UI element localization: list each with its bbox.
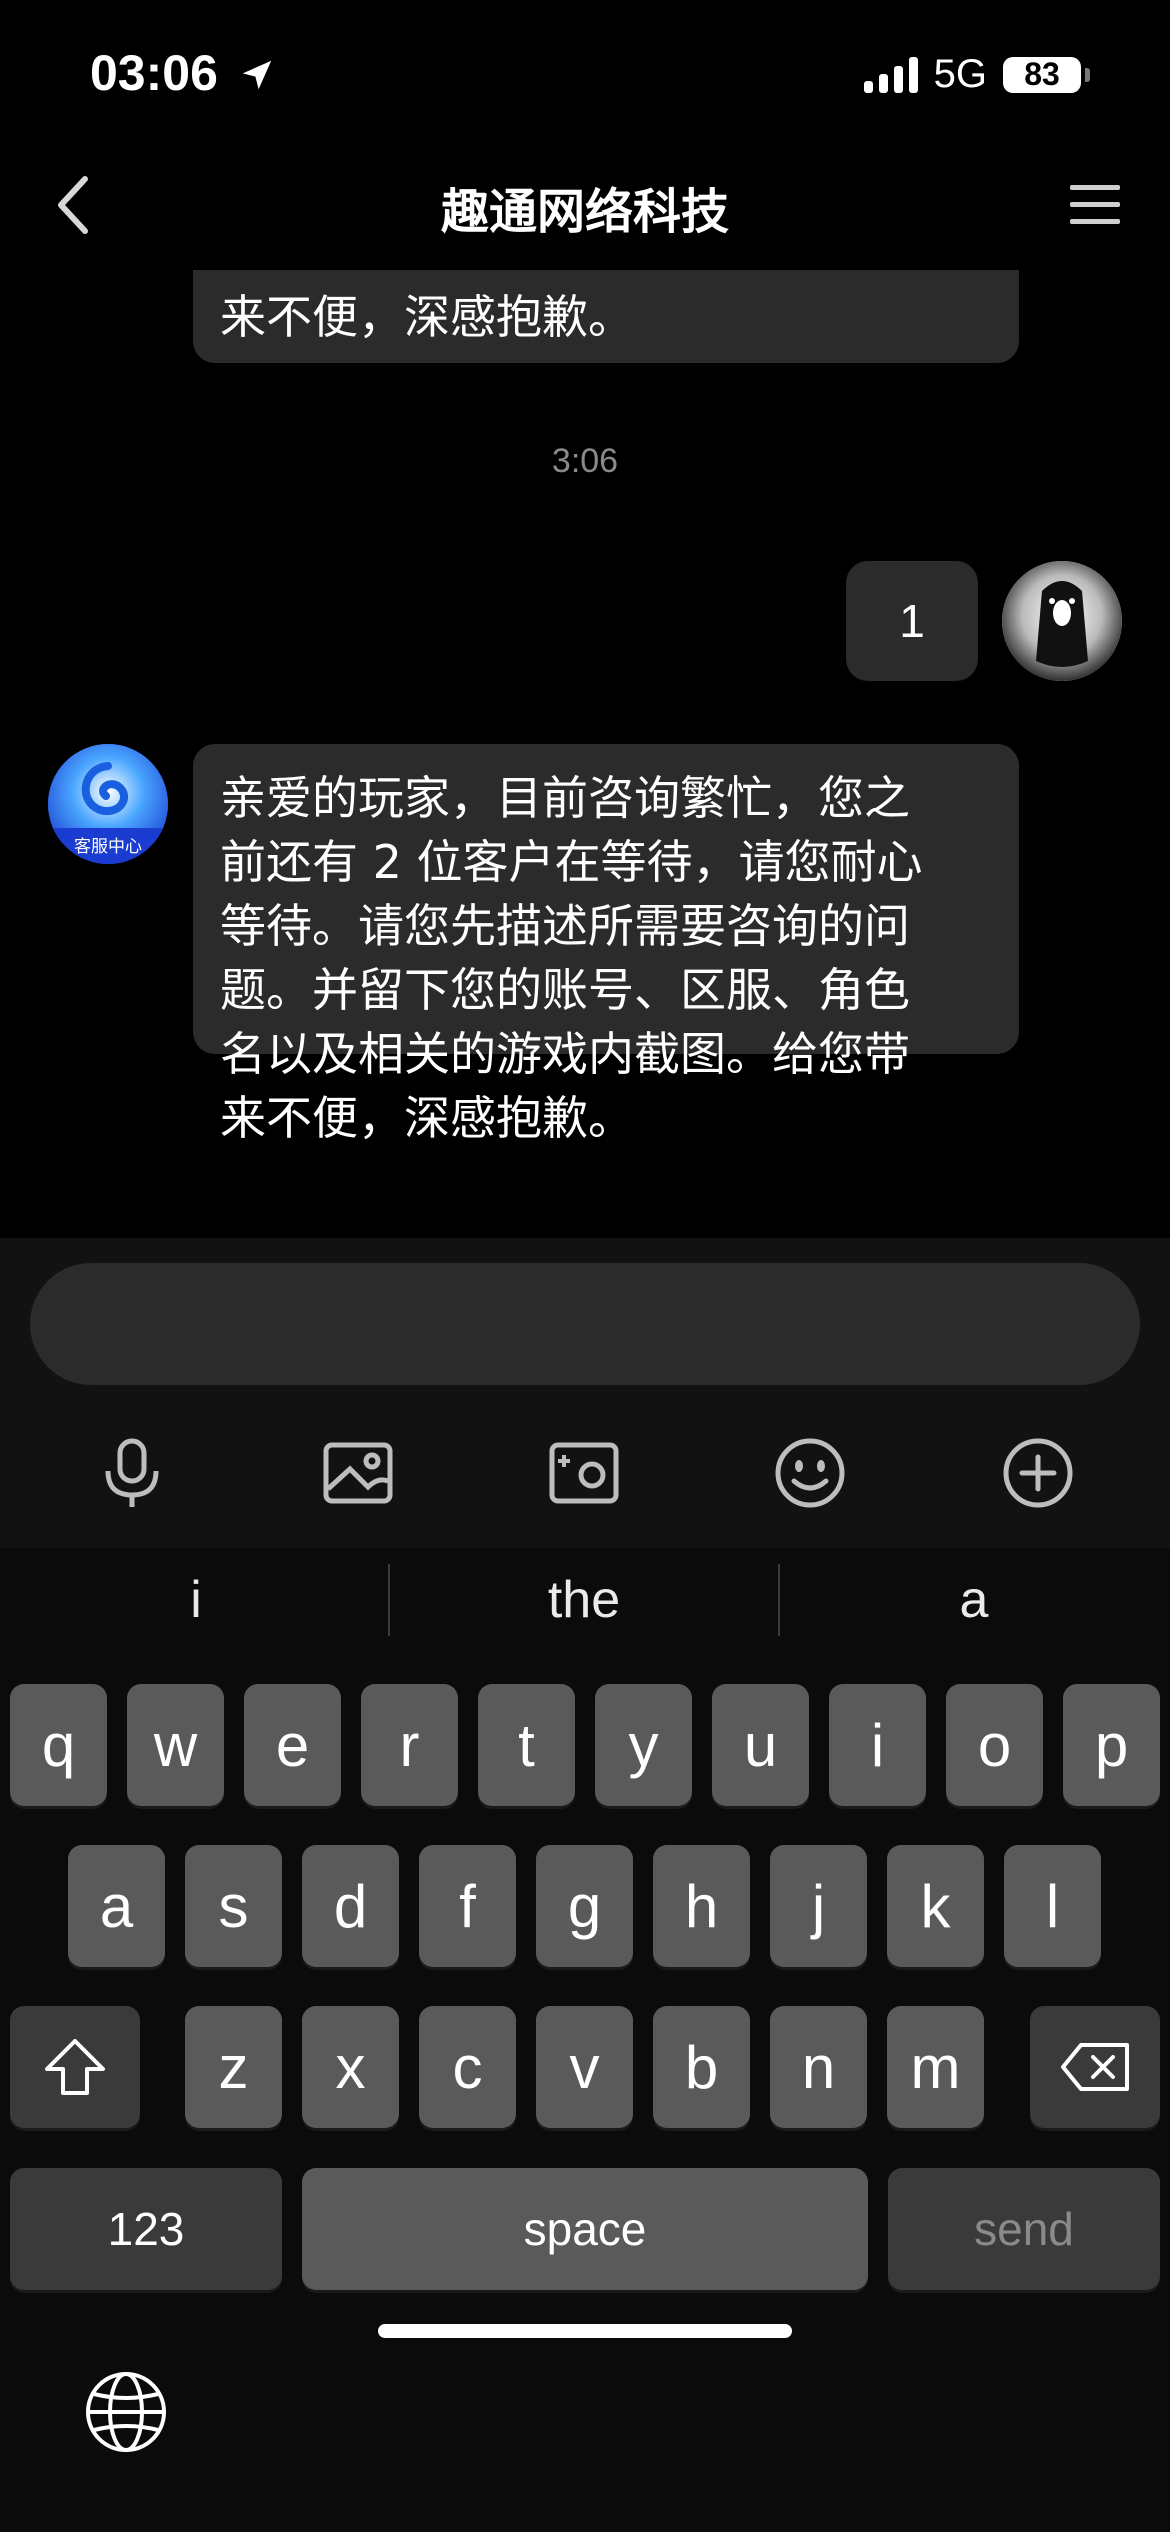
- message-text: 来不便，深感抱歉。: [220, 290, 634, 344]
- agent-message-bubble[interactable]: 亲爱的玩家，目前咨询繁忙，您之 前还有 2 位客户在等待，请您耐心 等待。请您先…: [193, 744, 1019, 1145]
- status-time-text: 03:06: [90, 45, 218, 101]
- message-timestamp: 3:06: [551, 442, 619, 480]
- gallery-button[interactable]: [308, 1423, 408, 1523]
- key-z[interactable]: z: [185, 2006, 282, 2128]
- key-g[interactable]: g: [536, 1845, 633, 1967]
- camera-icon: [549, 1442, 619, 1504]
- key-r[interactable]: r: [361, 1684, 458, 1806]
- message-line: 来不便，深感抱歉。: [220, 1091, 634, 1145]
- send-key[interactable]: send: [888, 2168, 1160, 2290]
- key-h[interactable]: h: [653, 1845, 750, 1967]
- key-p[interactable]: p: [1063, 1684, 1160, 1806]
- voice-button[interactable]: [82, 1423, 182, 1523]
- plus-circle-icon: [1003, 1438, 1073, 1508]
- status-indicators: 5G 83: [863, 52, 1090, 97]
- smiley-icon: [775, 1438, 845, 1508]
- message-line: 题。并留下您的账号、区服、角色: [220, 963, 910, 1017]
- user-message-bubble[interactable]: 1: [846, 561, 978, 681]
- key-b[interactable]: b: [653, 2006, 750, 2128]
- camera-button[interactable]: [534, 1423, 634, 1523]
- composer-toolbar: [0, 1423, 1170, 1523]
- key-f[interactable]: f: [419, 1845, 516, 1967]
- key-q[interactable]: q: [10, 1684, 107, 1806]
- message-line: 等待。请您先描述所需要咨询的问: [220, 899, 910, 953]
- numbers-key[interactable]: 123: [10, 2168, 282, 2290]
- backspace-icon: [1061, 2043, 1129, 2091]
- globe-icon: [86, 2372, 166, 2452]
- key-d[interactable]: d: [302, 1845, 399, 1967]
- nav-bar: 趣通网络科技: [0, 150, 1170, 270]
- key-l[interactable]: l: [1004, 1845, 1101, 1967]
- customer-service-logo: 客服中心: [48, 744, 168, 864]
- message-text: 亲爱的玩家，目前咨询繁忙，您之 前还有 2 位客户在等待，请您耐心 等待。请您先…: [220, 766, 1000, 1150]
- key-k[interactable]: k: [887, 1845, 984, 1967]
- suggestion-item[interactable]: a: [780, 1548, 1168, 1652]
- message-line: 亲爱的玩家，目前咨询繁忙，您之: [220, 771, 910, 825]
- agent-message-bubble[interactable]: 来不便，深感抱歉。: [193, 270, 1019, 363]
- more-button[interactable]: [988, 1423, 1088, 1523]
- network-type: 5G: [933, 52, 987, 96]
- key-m[interactable]: m: [887, 2006, 984, 2128]
- image-icon: [323, 1442, 393, 1504]
- status-bar: 03:06 5G 83: [0, 0, 1170, 150]
- status-time: 03:06: [90, 44, 276, 102]
- shift-key[interactable]: [10, 2006, 140, 2128]
- key-e[interactable]: e: [244, 1684, 341, 1806]
- key-x[interactable]: x: [302, 2006, 399, 2128]
- key-c[interactable]: c: [419, 2006, 516, 2128]
- delete-key[interactable]: [1030, 2006, 1160, 2128]
- message-text: 1: [899, 595, 925, 647]
- message-line: 名以及相关的游戏内截图。给您带: [220, 1027, 910, 1081]
- home-indicator[interactable]: [378, 2324, 792, 2338]
- key-j[interactable]: j: [770, 1845, 867, 1967]
- microphone-icon: [105, 1438, 159, 1507]
- user-avatar[interactable]: [1002, 561, 1122, 681]
- hamburger-menu-icon: [1070, 185, 1120, 224]
- key-i[interactable]: i: [829, 1684, 926, 1806]
- key-o[interactable]: o: [946, 1684, 1043, 1806]
- key-n[interactable]: n: [770, 2006, 867, 2128]
- key-y[interactable]: y: [595, 1684, 692, 1806]
- avatar-image: [1002, 561, 1122, 681]
- page-title: 趣通网络科技: [440, 184, 729, 240]
- message-composer: [0, 1238, 1170, 1548]
- key-s[interactable]: s: [185, 1845, 282, 1967]
- emoji-button[interactable]: [760, 1423, 860, 1523]
- battery-level: 83: [1024, 56, 1060, 92]
- key-w[interactable]: w: [127, 1684, 224, 1806]
- globe-button[interactable]: [82, 2368, 170, 2456]
- shift-arrow-icon: [45, 2039, 105, 2095]
- key-u[interactable]: u: [712, 1684, 809, 1806]
- agent-avatar-label: 客服中心: [74, 837, 142, 857]
- battery-icon: 83: [1003, 56, 1081, 93]
- suggestion-item[interactable]: i: [2, 1548, 390, 1652]
- space-key[interactable]: space: [302, 2168, 868, 2290]
- suggestion-item[interactable]: the: [390, 1548, 778, 1652]
- location-arrow-icon: [242, 60, 272, 90]
- battery-tip: [1085, 67, 1090, 82]
- key-v[interactable]: v: [536, 2006, 633, 2128]
- keyboard: i the a q w e r t y u i o p a s d f g h …: [0, 1548, 1170, 2532]
- key-t[interactable]: t: [478, 1684, 575, 1806]
- menu-button[interactable]: [1060, 170, 1130, 240]
- agent-avatar[interactable]: 客服中心: [48, 744, 168, 864]
- message-input[interactable]: [30, 1263, 1140, 1385]
- cellular-signal-icon: [863, 56, 918, 93]
- key-a[interactable]: a: [68, 1845, 165, 1967]
- message-line: 前还有 2 位客户在等待，请您耐心: [220, 835, 923, 889]
- chat-messages[interactable]: 来不便，深感抱歉。 3:06 1 客服中心 亲爱的玩家，目前咨询繁忙，您之 前还…: [0, 270, 1170, 1238]
